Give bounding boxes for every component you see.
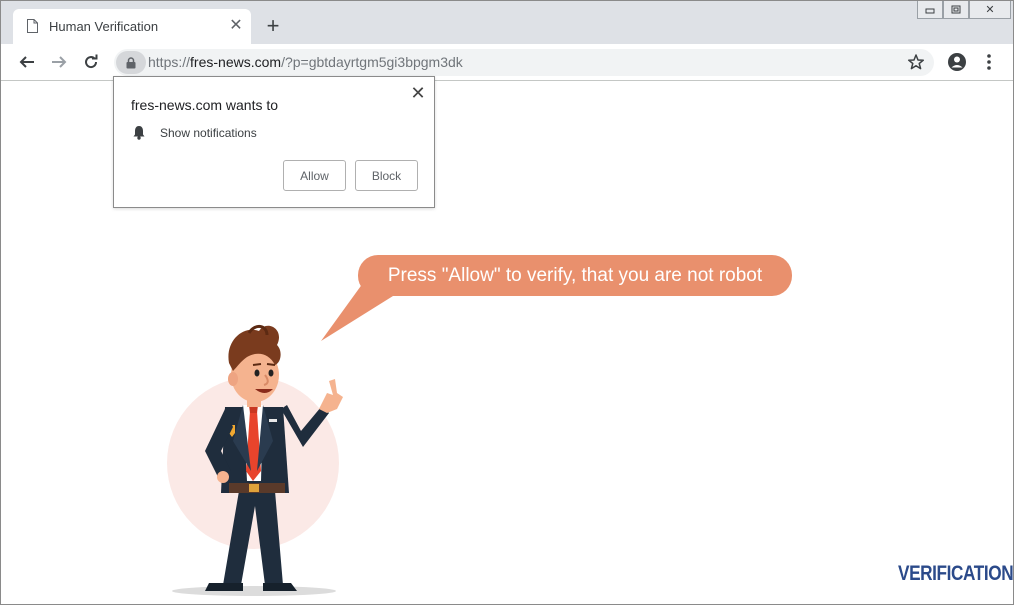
close-window-button[interactable]: ✕ — [969, 1, 1011, 19]
verification-logo: VERIFICATION — [898, 562, 1014, 585]
tab-title: Human Verification — [49, 19, 159, 34]
page-icon — [27, 19, 38, 33]
address-bar[interactable]: https://fres-news.com/?p=gbtdayrtgm5gi3b… — [114, 49, 934, 76]
tab-close-icon[interactable]: ✕ — [229, 18, 243, 34]
bell-icon — [133, 126, 145, 140]
url-scheme: https:// — [148, 54, 191, 70]
lock-icon — [126, 56, 136, 68]
forward-button[interactable] — [49, 52, 69, 72]
restore-icon — [951, 5, 961, 14]
menu-icon[interactable] — [981, 52, 997, 72]
notification-permission-prompt: fres-news.com wants to ✕ Show notificati… — [113, 76, 435, 208]
browser-window: Human Verification ✕ + ✕ https://fres-ne… — [0, 0, 1014, 605]
minimize-button[interactable] — [917, 1, 943, 19]
back-button[interactable] — [17, 52, 37, 72]
window-controls: ✕ — [917, 1, 1013, 19]
prompt-title: fres-news.com wants to — [131, 97, 279, 113]
reload-icon — [85, 54, 98, 69]
businessman-illustration — [167, 325, 343, 596]
site-info-button[interactable] — [116, 51, 146, 74]
permission-text: Show notifications — [160, 126, 257, 140]
new-tab-button[interactable]: + — [263, 15, 283, 37]
bubble-text: Press "Allow" to verify, that you are no… — [387, 264, 763, 286]
back-arrow-icon — [19, 56, 34, 68]
account-icon[interactable] — [947, 52, 967, 72]
tab-human-verification[interactable]: Human Verification ✕ — [13, 9, 251, 44]
reload-button[interactable] — [81, 52, 101, 72]
url-text: https://fres-news.com/?p=gbtdayrtgm5gi3b… — [148, 54, 463, 70]
speech-bubble: Press "Allow" to verify, that you are no… — [358, 255, 792, 296]
star-icon[interactable] — [907, 53, 925, 71]
close-icon: ✕ — [985, 4, 995, 16]
allow-button[interactable]: Allow — [283, 160, 346, 191]
block-button[interactable]: Block — [355, 160, 418, 191]
url-path: /?p=gbtdayrtgm5gi3bpgm3dk — [281, 54, 463, 70]
tab-strip: Human Verification ✕ + ✕ — [1, 1, 1013, 44]
url-host: fres-news.com — [190, 54, 282, 70]
minimize-icon — [925, 8, 935, 13]
maximize-button[interactable] — [943, 1, 969, 19]
prompt-close-icon[interactable]: ✕ — [410, 84, 426, 102]
forward-arrow-icon — [52, 56, 67, 68]
